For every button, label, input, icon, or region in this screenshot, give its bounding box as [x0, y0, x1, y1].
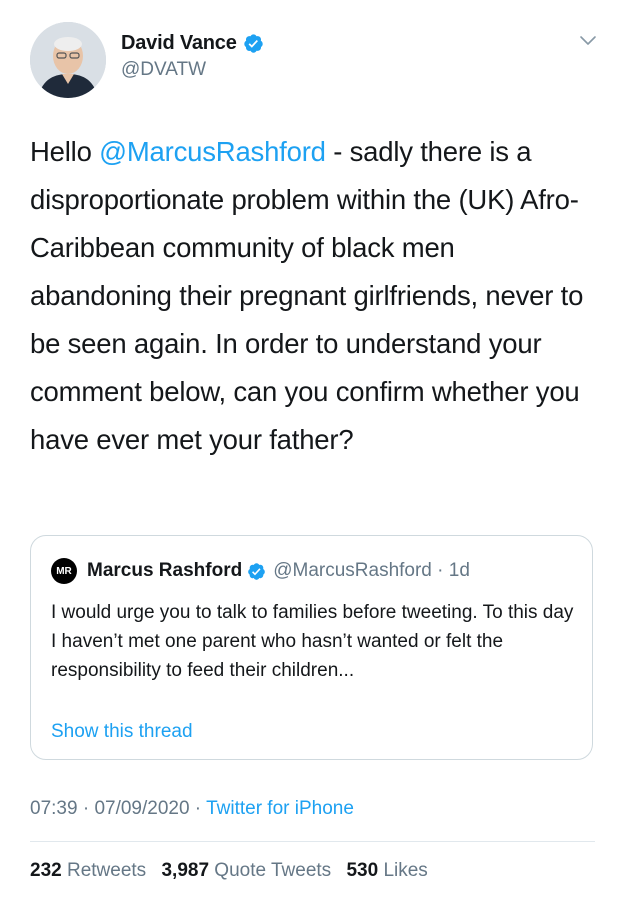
- tweet-text-before: Hello: [30, 136, 100, 167]
- verified-badge-icon: [247, 562, 266, 581]
- quoted-tweet-text: I would urge you to talk to families bef…: [51, 602, 574, 681]
- chevron-down-icon[interactable]: [579, 34, 597, 48]
- quoted-author-avatar: MR: [51, 558, 77, 584]
- meta-separator: ·: [77, 798, 95, 819]
- quoted-tweet-header: MR Marcus Rashford @MarcusRashford · 1d: [51, 558, 470, 584]
- tweet-time[interactable]: 07:39: [30, 798, 78, 819]
- author-avatar[interactable]: [30, 22, 106, 98]
- quoted-author-name: Marcus Rashford: [87, 560, 243, 581]
- quote-tweets-label: Quote Tweets: [214, 860, 332, 881]
- tweet-text: Hello @MarcusRashford - sadly there is a…: [30, 128, 600, 464]
- likes-label: Likes: [383, 860, 428, 881]
- divider: [30, 841, 595, 842]
- tweet-meta: 07:39 · 07/09/2020 · Twitter for iPhone: [30, 798, 354, 820]
- verified-badge-icon: [243, 33, 264, 54]
- retweets-label: Retweets: [66, 860, 147, 881]
- author-avatar-image: [30, 22, 106, 98]
- author-display-name[interactable]: David Vance: [121, 32, 237, 55]
- likes-stat[interactable]: 530 Likes: [346, 860, 427, 881]
- tweet-source-link[interactable]: Twitter for iPhone: [206, 798, 354, 819]
- author-name-row[interactable]: David Vance: [121, 29, 264, 57]
- quoted-tweet-card[interactable]: MR Marcus Rashford @MarcusRashford · 1d …: [30, 535, 593, 760]
- meta-separator: ·: [189, 798, 207, 819]
- tweet-date[interactable]: 07/09/2020: [94, 798, 189, 819]
- tweet-text-after: - sadly there is a disproportionate prob…: [30, 136, 584, 455]
- retweets-stat[interactable]: 232 Retweets: [30, 860, 146, 881]
- show-thread-link[interactable]: Show this thread: [51, 721, 193, 743]
- mention-link[interactable]: @MarcusRashford: [99, 136, 326, 167]
- author-handle[interactable]: @DVATW: [121, 59, 206, 81]
- retweets-count: 232: [30, 860, 62, 881]
- quoted-author-handle-time: @MarcusRashford · 1d: [273, 560, 470, 581]
- quote-tweets-count: 3,987: [161, 860, 210, 881]
- likes-count: 530: [346, 860, 379, 881]
- tweet-detail: David Vance @DVATW Hello @MarcusRashford…: [0, 0, 625, 900]
- quote-tweets-stat[interactable]: 3,987 Quote Tweets: [161, 860, 331, 881]
- engagement-stats: 232 Retweets 3,987 Quote Tweets 530 Like…: [30, 860, 438, 882]
